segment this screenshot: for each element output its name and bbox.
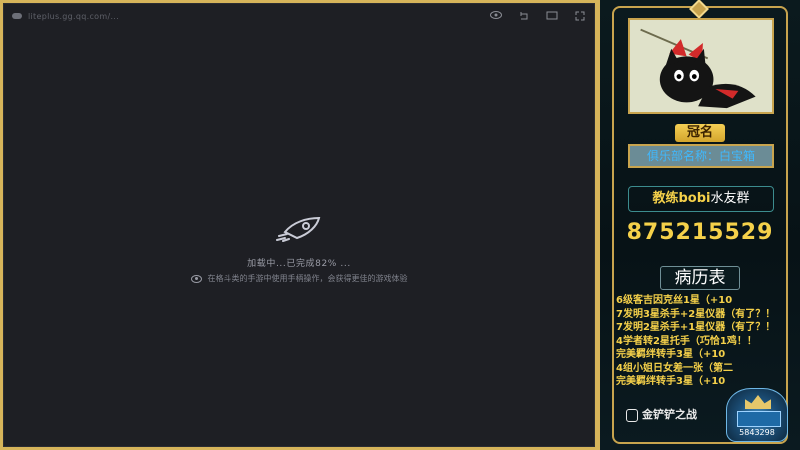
rank-badge: 5843298 bbox=[726, 388, 788, 442]
shovel-icon bbox=[626, 408, 638, 422]
streamer-avatar bbox=[628, 18, 774, 114]
coach-group-label: 教练bobi水友群 bbox=[628, 186, 774, 212]
stream-overlay-panel: 冠名 俱乐部名称：白宝箱 教练bobi水友群 875215529 病历表 6级客… bbox=[600, 0, 800, 450]
game-frame: liteplus.gg.qq.com/... 加载中...已完成82% ... … bbox=[0, 0, 600, 450]
fullscreen-icon[interactable] bbox=[574, 11, 586, 21]
list-item: 4学者转2星托手（巧恰1鸡！！ bbox=[616, 335, 757, 347]
game-url: liteplus.gg.qq.com/... bbox=[28, 11, 119, 21]
loading-area: 加载中...已完成82% ... 在格斗类的手游中使用手柄操作，会获得更佳的游戏… bbox=[4, 214, 594, 284]
sponsor-tag: 冠名 bbox=[675, 124, 725, 142]
qq-group-number: 875215529 bbox=[626, 220, 774, 245]
list-item: 4组小姐日女差一张（第二 bbox=[616, 362, 733, 374]
history-list: 6级客吉因克丝1星（+10 7发明3星杀手+2星仪器（有了？！ 7发明2星杀手+… bbox=[616, 294, 800, 389]
eye-icon[interactable] bbox=[490, 11, 502, 21]
screen-icon[interactable] bbox=[546, 11, 558, 21]
game-logo: 金铲铲之战 bbox=[626, 406, 697, 422]
list-item: 完美羁绊转手3星（+10 bbox=[616, 376, 726, 387]
coach-name: 教练bobi bbox=[652, 191, 711, 206]
list-item: 7发明2星杀手+1星仪器（有了？！ bbox=[616, 322, 776, 333]
crown-icon bbox=[745, 395, 771, 409]
badge-plate bbox=[737, 411, 781, 427]
club-name: 俱乐部名称：白宝箱 bbox=[628, 144, 774, 168]
game-window[interactable]: liteplus.gg.qq.com/... 加载中...已完成82% ... … bbox=[3, 3, 595, 447]
rocket-icon bbox=[273, 214, 325, 242]
tip-text: 在格斗类的手游中使用手柄操作，会获得更佳的游戏体验 bbox=[207, 274, 408, 283]
history-title: 病历表 bbox=[660, 266, 740, 290]
badge-number: 5843298 bbox=[739, 428, 775, 437]
fan-group-label: 水友群 bbox=[710, 191, 750, 206]
list-item: 完美羁绊转手3星（+10 bbox=[616, 349, 726, 360]
back-icon[interactable] bbox=[518, 11, 530, 21]
eye-icon bbox=[190, 274, 202, 283]
loading-progress-text: 加载中...已完成82% ... bbox=[247, 259, 351, 269]
gamepad-tip: 在格斗类的手游中使用手柄操作，会获得更佳的游戏体验 bbox=[4, 273, 594, 284]
cloud-icon bbox=[12, 13, 22, 19]
list-item: 7发明3星杀手+2星仪器（有了？！ bbox=[616, 308, 776, 320]
game-toolbar: liteplus.gg.qq.com/... bbox=[4, 4, 594, 28]
game-logo-text: 金铲铲之战 bbox=[642, 408, 697, 421]
list-item: 6级客吉因克丝1星（+10 bbox=[616, 295, 733, 306]
